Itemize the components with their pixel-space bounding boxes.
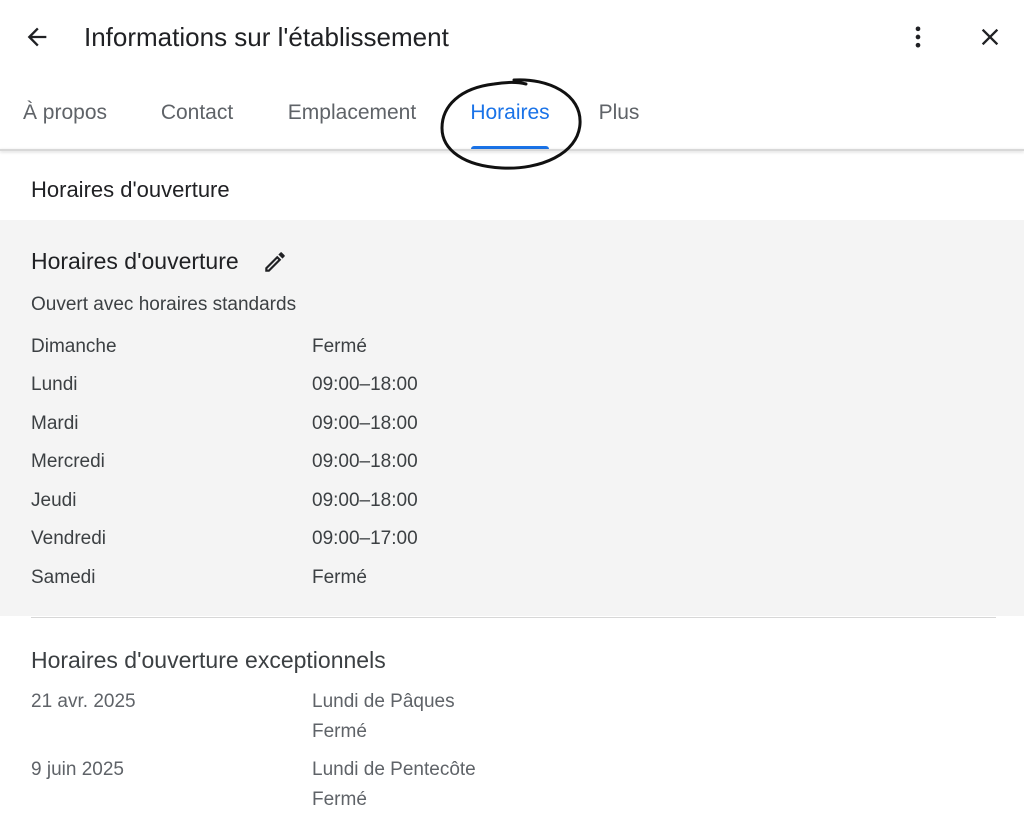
section-divider <box>31 617 996 618</box>
exception-date: 21 avr. 2025 <box>31 691 136 712</box>
tab-contact[interactable]: Contact <box>155 76 239 150</box>
hours-value: 09:00–18:00 <box>312 451 418 472</box>
hours-row: Lundi 09:00–18:00 <box>0 374 1024 404</box>
tab-plus[interactable]: Plus <box>596 76 642 150</box>
tab-bar: À propos Contact Emplacement Horaires Pl… <box>0 76 1024 150</box>
more-options-button[interactable] <box>898 17 938 57</box>
close-icon <box>981 28 999 46</box>
hours-row: Mercredi 09:00–18:00 <box>0 451 1024 481</box>
hours-row: Samedi Fermé <box>0 567 1024 597</box>
day-label: Jeudi <box>31 490 77 511</box>
hours-status-text: Ouvert avec horaires standards <box>31 294 297 315</box>
opening-hours-panel: Horaires d'ouverture Ouvert avec horaire… <box>0 220 1024 616</box>
tab-bar-divider <box>0 149 1024 151</box>
day-label: Dimanche <box>31 336 117 357</box>
hours-value: Fermé <box>312 336 367 357</box>
business-info-panel: Informations sur l'établissement À propo… <box>0 0 1024 815</box>
top-bar: Informations sur l'établissement <box>0 0 1024 76</box>
hours-value: 09:00–18:00 <box>312 490 418 511</box>
hours-row: Mardi 09:00–18:00 <box>0 413 1024 443</box>
hours-value: Fermé <box>312 567 367 588</box>
hours-value: 09:00–18:00 <box>312 413 418 434</box>
tab-a-propos[interactable]: À propos <box>18 76 112 150</box>
page-title: Informations sur l'établissement <box>84 22 449 52</box>
section-heading: Horaires d'ouverture <box>31 177 230 202</box>
exception-holiday-name: Lundi de Pentecôte <box>312 759 476 780</box>
opening-hours-title: Horaires d'ouverture <box>31 248 239 274</box>
hours-value: 09:00–17:00 <box>312 528 418 549</box>
exception-holiday-name: Lundi de Pâques <box>312 691 455 712</box>
tab-emplacement[interactable]: Emplacement <box>282 76 422 150</box>
day-label: Lundi <box>31 374 78 395</box>
hours-value: 09:00–18:00 <box>312 374 418 395</box>
edit-hours-button[interactable] <box>260 247 290 277</box>
close-button[interactable] <box>970 17 1010 57</box>
exceptional-hours-title: Horaires d'ouverture exceptionnels <box>31 647 386 673</box>
hours-row: Vendredi 09:00–17:00 <box>0 528 1024 558</box>
more-vert-icon <box>915 26 921 48</box>
day-label: Vendredi <box>31 528 107 549</box>
pencil-icon <box>265 252 285 272</box>
exception-date: 9 juin 2025 <box>31 759 124 780</box>
exception-status: Fermé <box>312 721 367 742</box>
exception-status: Fermé <box>312 789 367 810</box>
back-button[interactable] <box>17 17 57 57</box>
day-label: Mardi <box>31 413 79 434</box>
hours-row: Dimanche Fermé <box>0 336 1024 366</box>
day-label: Mercredi <box>31 451 105 472</box>
tab-horaires[interactable]: Horaires <box>466 76 554 150</box>
hours-row: Jeudi 09:00–18:00 <box>0 490 1024 520</box>
day-label: Samedi <box>31 567 96 588</box>
arrow-left-icon <box>27 27 47 47</box>
